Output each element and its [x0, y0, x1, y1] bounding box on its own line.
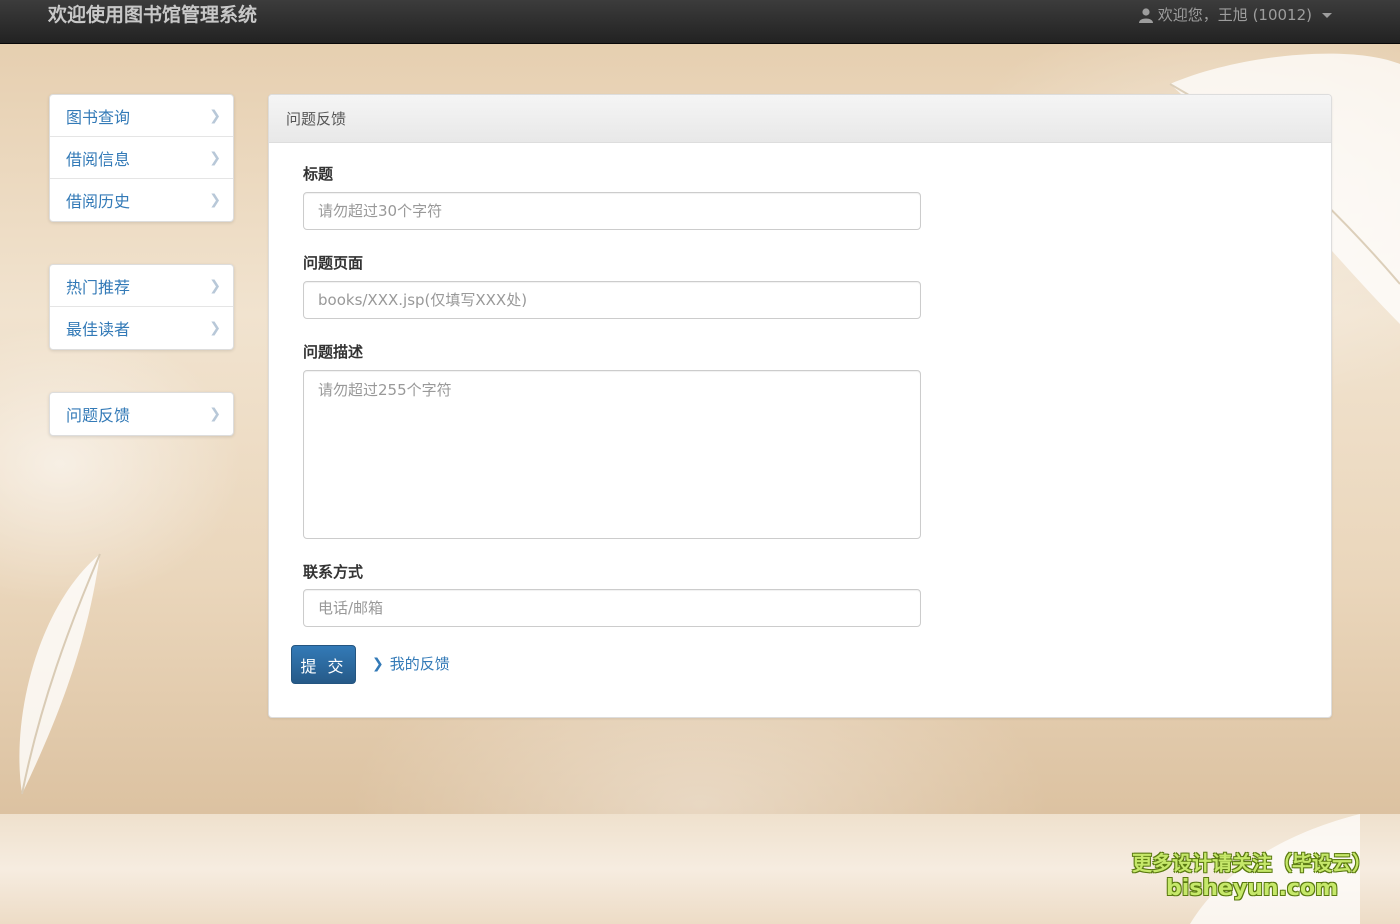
- chevron-right-icon: ❯: [209, 277, 221, 294]
- app-title[interactable]: 欢迎使用图书馆管理系统: [48, 4, 257, 26]
- my-feedback-link[interactable]: ❯ 我的反馈: [372, 653, 450, 674]
- sidebar-item-best-readers[interactable]: 最佳读者 ❯: [50, 307, 233, 349]
- contact-input[interactable]: [303, 589, 921, 627]
- chevron-right-icon: ❯: [372, 655, 384, 672]
- chevron-right-icon: ❯: [209, 107, 221, 124]
- sidebar-item-label: 借阅历史: [66, 192, 131, 211]
- feather-left-decoration: [19, 553, 101, 795]
- caret-down-icon: [1322, 12, 1332, 18]
- my-feedback-label: 我的反馈: [389, 655, 450, 673]
- watermark-line1: 更多设计请关注（毕设云）: [1132, 851, 1372, 875]
- sidebar-item-book-search[interactable]: 图书查询 ❯: [50, 95, 233, 137]
- feedback-panel: 问题反馈 标题 问题页面 问题描述 联系方式 提 交 ❯ 我的反馈: [268, 94, 1332, 718]
- panel-title: 问题反馈: [286, 110, 347, 128]
- user-menu[interactable]: 欢迎您，王旭 (10012): [1138, 5, 1332, 25]
- chevron-right-icon: ❯: [209, 192, 221, 208]
- chevron-right-icon: ❯: [209, 149, 221, 166]
- top-navbar: 欢迎使用图书馆管理系统 欢迎您，王旭 (10012): [0, 0, 1400, 44]
- user-icon: [1138, 8, 1153, 23]
- sidebar-group-recommend: 热门推荐 ❯ 最佳读者 ❯: [49, 264, 234, 350]
- description-textarea[interactable]: [303, 370, 921, 539]
- sidebar-item-label: 问题反馈: [66, 406, 131, 425]
- sidebar-item-feedback[interactable]: 问题反馈 ❯: [50, 393, 233, 435]
- title-input[interactable]: [303, 192, 921, 230]
- watermark: 更多设计请关注（毕设云） bisheyun.com: [1132, 850, 1372, 902]
- sidebar-group-feedback: 问题反馈 ❯: [49, 392, 234, 436]
- sidebar-item-label: 借阅信息: [66, 149, 131, 169]
- panel-heading: 问题反馈: [269, 95, 1331, 143]
- chevron-right-icon: ❯: [209, 320, 221, 336]
- sidebar-item-hot-recommend[interactable]: 热门推荐 ❯: [50, 265, 233, 307]
- sidebar-item-label: 热门推荐: [66, 277, 131, 297]
- sidebar-item-label: 图书查询: [66, 107, 131, 127]
- sidebar-item-borrow-info[interactable]: 借阅信息 ❯: [50, 137, 233, 179]
- sidebar-group-books: 图书查询 ❯ 借阅信息 ❯ 借阅历史 ❯: [49, 94, 234, 222]
- title-label: 标题: [303, 165, 334, 183]
- chevron-right-icon: ❯: [209, 406, 221, 422]
- contact-label: 联系方式: [303, 563, 364, 581]
- sidebar-item-borrow-history[interactable]: 借阅历史 ❯: [50, 179, 233, 221]
- page-label: 问题页面: [303, 254, 364, 272]
- watermark-line2: bisheyun.com: [1165, 876, 1339, 901]
- sidebar-item-label: 最佳读者: [66, 320, 131, 339]
- page-input[interactable]: [303, 281, 921, 319]
- description-label: 问题描述: [303, 343, 364, 361]
- submit-button[interactable]: 提 交: [291, 645, 356, 684]
- user-greeting: 欢迎您，王旭 (10012): [1157, 6, 1312, 24]
